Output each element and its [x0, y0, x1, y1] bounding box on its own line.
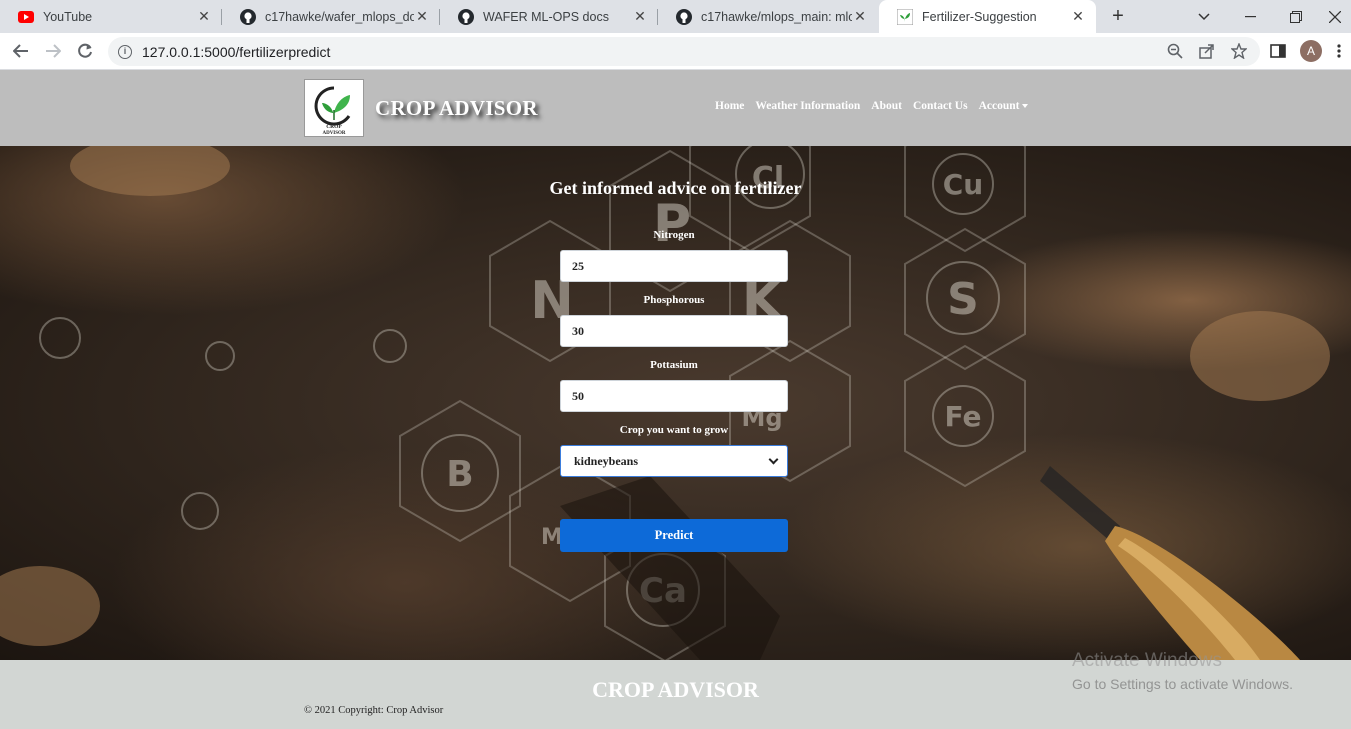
bookmark-star-icon[interactable] — [1227, 39, 1251, 63]
new-tab-button[interactable]: + — [1106, 4, 1130, 28]
element-symbol: B — [446, 454, 473, 495]
browser-menu-icon[interactable] — [1331, 39, 1347, 63]
main-nav: Home Weather Information About Contact U… — [715, 100, 1029, 112]
nitrogen-input[interactable]: 25 — [560, 250, 788, 282]
tab-title: Fertilizer-Suggestion — [922, 9, 1037, 24]
github-icon — [240, 8, 256, 25]
github-icon — [676, 8, 692, 25]
close-icon[interactable]: ✕ — [414, 8, 430, 25]
tab-wafer-mlops-docs[interactable]: WAFER ML-OPS docs ✕ — [440, 0, 658, 33]
browser-toolbar: i 127.0.0.1:5000/fertilizerpredict — [0, 33, 1351, 70]
tab-title: c17hawke/wafer_mlops_docs — [265, 9, 414, 24]
share-icon[interactable] — [1195, 39, 1219, 63]
minimize-button[interactable] — [1227, 0, 1273, 33]
nav-account-dropdown[interactable]: Account — [979, 100, 1029, 112]
tab-title: WAFER ML-OPS docs — [483, 9, 609, 24]
site-brand[interactable]: CROP ADVISOR — [375, 96, 538, 121]
profile-avatar[interactable]: A — [1300, 40, 1322, 62]
copyright-text: © 2021 Copyright: Crop Advisor — [304, 705, 444, 716]
nav-about[interactable]: About — [871, 100, 902, 112]
svg-text:CROP: CROP — [326, 124, 342, 130]
windows-activation-hint: Go to Settings to activate Windows. — [1072, 676, 1293, 692]
back-arrow-icon[interactable] — [7, 37, 35, 65]
zoom-out-icon[interactable] — [1163, 39, 1187, 63]
nav-contact-us[interactable]: Contact Us — [913, 100, 968, 112]
phosphorous-input[interactable]: 30 — [560, 315, 788, 347]
crop-select[interactable]: kidneybeans — [560, 445, 788, 477]
crop-advisor-favicon — [897, 8, 913, 25]
chevron-down-icon — [768, 454, 779, 464]
nitrogen-label: Nitrogen — [653, 229, 695, 241]
close-icon[interactable]: ✕ — [1070, 8, 1086, 25]
close-icon[interactable]: ✕ — [632, 8, 648, 25]
crop-label: Crop you want to grow — [619, 424, 729, 436]
tab-search-icon[interactable] — [1181, 0, 1227, 33]
close-window-button[interactable] — [1319, 0, 1351, 33]
site-header: CROP ADVISOR CROP ADVISOR Home Weather I… — [0, 70, 1351, 146]
caret-down-icon — [1022, 104, 1029, 109]
tab-mlops-main[interactable]: c17hawke/mlops_main: mlops ✕ — [658, 0, 878, 33]
side-panel-icon[interactable] — [1266, 39, 1290, 63]
tab-strip: YouTube ✕ c17hawke/wafer_mlops_docs ✕ WA… — [0, 0, 1351, 33]
crop-advisor-logo[interactable]: CROP ADVISOR — [304, 79, 364, 137]
potassium-label: Pottasium — [650, 359, 698, 371]
nav-weather-information[interactable]: Weather Information — [755, 100, 860, 112]
address-bar[interactable]: i 127.0.0.1:5000/fertilizerpredict — [108, 37, 1260, 66]
github-icon — [458, 8, 474, 25]
tab-wafer-mlops-docs-repo[interactable]: c17hawke/wafer_mlops_docs ✕ — [222, 0, 440, 33]
potassium-input[interactable]: 50 — [560, 380, 788, 412]
element-symbol: Fe — [945, 400, 982, 433]
svg-text:ADVISOR: ADVISOR — [322, 131, 345, 136]
predict-button[interactable]: Predict — [560, 519, 788, 552]
youtube-icon — [18, 9, 34, 25]
form-title: Get informed advice on fertilizer — [549, 178, 802, 198]
site-info-icon[interactable]: i — [118, 44, 132, 59]
close-icon[interactable]: ✕ — [196, 8, 212, 25]
tab-fertilizer-suggestion[interactable]: Fertilizer-Suggestion ✕ — [879, 0, 1096, 33]
restore-button[interactable] — [1273, 0, 1319, 33]
nav-account-label: Account — [978, 100, 1020, 112]
forward-arrow-icon[interactable] — [39, 37, 67, 65]
element-symbol: P — [653, 194, 691, 254]
crop-select-value: kidneybeans — [574, 453, 639, 468]
phosphorous-label: Phosphorous — [643, 294, 705, 306]
windows-activation-watermark: Activate Windows — [1072, 650, 1222, 671]
url-text[interactable]: 127.0.0.1:5000/fertilizerpredict — [142, 44, 330, 60]
hero-section: P N K Cl Cu S Mg Fe B Ca M Get informed … — [0, 146, 1351, 660]
tab-youtube[interactable]: YouTube ✕ — [0, 0, 222, 33]
close-icon[interactable]: ✕ — [852, 8, 868, 25]
reload-icon[interactable] — [71, 37, 99, 65]
nav-home[interactable]: Home — [715, 100, 744, 112]
element-symbol: S — [947, 274, 979, 325]
tab-title: c17hawke/mlops_main: mlops — [701, 9, 852, 24]
tab-title: YouTube — [43, 9, 93, 24]
